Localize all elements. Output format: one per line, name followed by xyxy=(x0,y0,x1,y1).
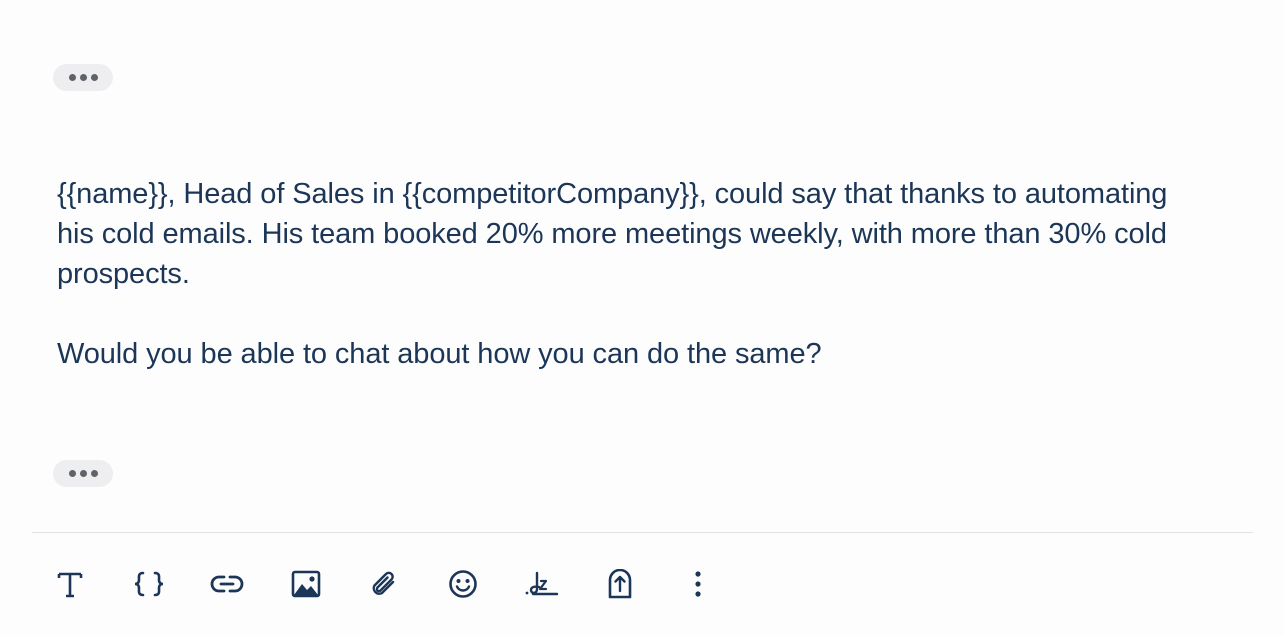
insert-variable-button[interactable] xyxy=(129,564,169,604)
ellipsis-dot xyxy=(79,470,87,477)
insert-template-button[interactable] xyxy=(600,564,640,604)
ellipsis-dot xyxy=(90,470,98,477)
insert-signature-button[interactable] xyxy=(521,564,561,604)
more-options-button[interactable] xyxy=(678,564,718,604)
variables-braces-icon xyxy=(134,571,163,597)
emoji-icon xyxy=(448,570,477,598)
show-trimmed-content-button[interactable] xyxy=(53,460,113,487)
formatting-toolbar xyxy=(50,563,718,605)
image-icon xyxy=(291,570,320,598)
email-composer: {{name}}, Head of Sales in {{competitorC… xyxy=(0,0,1284,636)
ellipsis-icon xyxy=(68,74,76,81)
show-trimmed-content-button[interactable] xyxy=(53,64,113,91)
text-format-button[interactable] xyxy=(50,564,90,604)
body-paragraph: Would you be able to chat about how you … xyxy=(57,338,822,370)
ellipsis-dot xyxy=(90,74,98,81)
body-paragraph: {{name}}, Head of Sales in {{competitorC… xyxy=(57,178,1168,290)
email-body-editor[interactable]: {{name}}, Head of Sales in {{competitorC… xyxy=(57,174,1207,374)
template-icon xyxy=(608,569,631,599)
attach-file-button[interactable] xyxy=(364,564,404,604)
insert-image-button[interactable] xyxy=(286,564,326,604)
attachment-icon xyxy=(372,571,395,595)
link-icon xyxy=(210,575,244,593)
ellipsis-dot xyxy=(79,74,87,81)
signature-icon xyxy=(525,571,559,596)
insert-emoji-button[interactable] xyxy=(443,564,483,604)
text-format-icon xyxy=(57,572,83,598)
more-options-icon xyxy=(695,571,701,597)
ellipsis-icon xyxy=(68,470,76,477)
toolbar-divider xyxy=(32,532,1253,533)
insert-link-button[interactable] xyxy=(207,564,247,604)
